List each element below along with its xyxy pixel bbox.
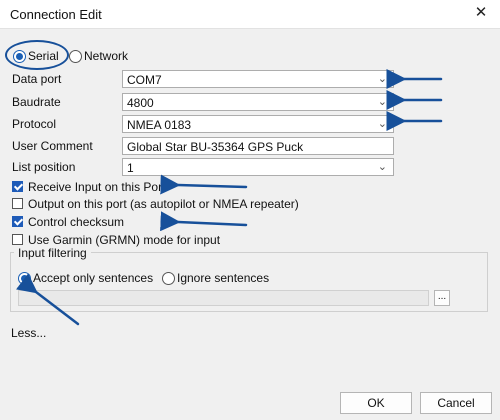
annotation-arrows: [16, 69, 443, 326]
arrow-accept-sentences: [16, 273, 80, 326]
arrow-control-checksum: [160, 211, 248, 232]
arrow-receive-input: [160, 174, 248, 195]
